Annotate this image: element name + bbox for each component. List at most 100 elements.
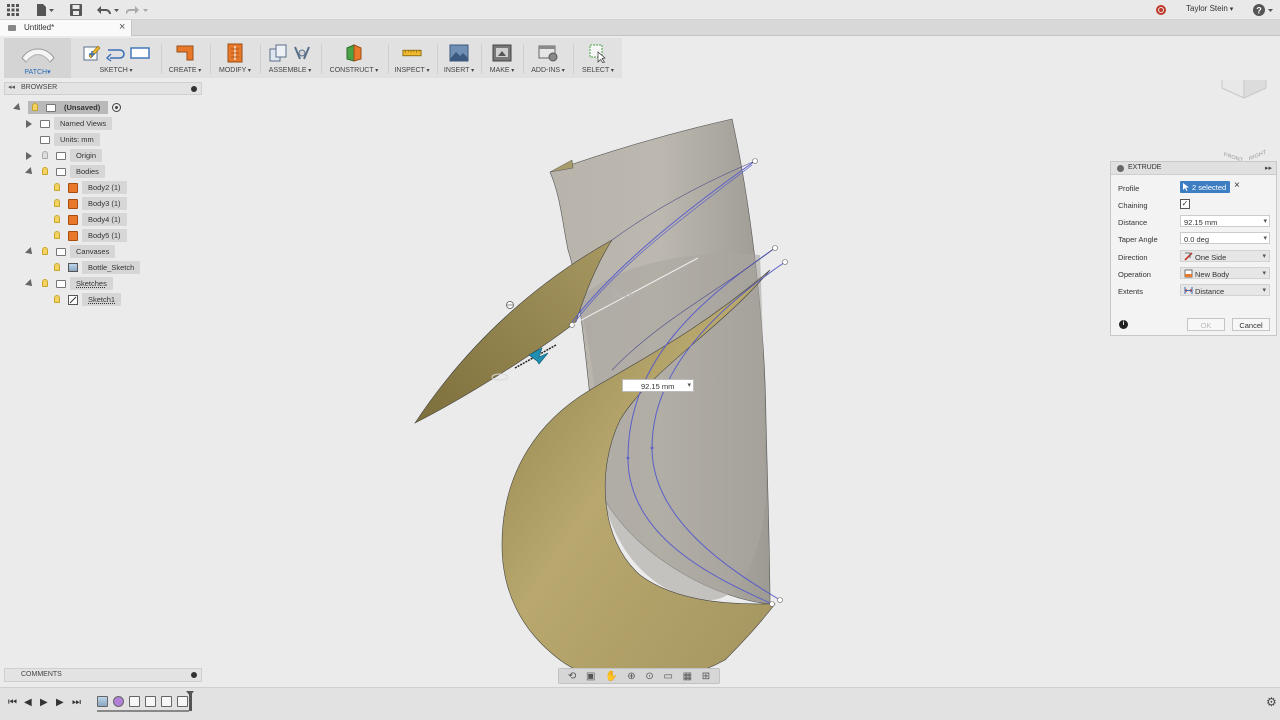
chaining-checkbox[interactable]: ✓ (1180, 199, 1190, 209)
browser-item-body[interactable]: Body4 (1) (4, 213, 204, 226)
play-icon[interactable]: ▶ (40, 697, 48, 708)
undo-icon[interactable] (96, 3, 120, 17)
timeline-patch-icon[interactable] (161, 696, 172, 707)
create-sketch-icon[interactable] (82, 42, 102, 64)
create-patch-icon[interactable] (175, 42, 195, 64)
ok-button[interactable]: OK (1187, 318, 1225, 331)
collapse-triangle-icon[interactable] (25, 167, 35, 177)
visibility-bulb-icon[interactable] (54, 183, 60, 191)
comments-pin-icon[interactable] (191, 672, 197, 678)
browser-item-body[interactable]: Body5 (1) (4, 229, 204, 242)
zoom-window-icon[interactable]: ⊙ (645, 671, 653, 682)
browser-item-canvases[interactable]: Canvases (4, 245, 204, 258)
project-icon[interactable] (106, 42, 126, 64)
sketch-point[interactable] (777, 597, 783, 603)
visibility-bulb-icon[interactable] (54, 263, 60, 271)
browser-item-body[interactable]: Body2 (1) (4, 181, 204, 194)
browser-panel-header[interactable]: ◂◂ BROWSER (4, 82, 202, 95)
make-group[interactable]: MAKE (485, 38, 519, 78)
visibility-bulb-icon[interactable] (42, 167, 48, 175)
step-back-icon[interactable]: ◀ (24, 697, 32, 708)
timeline-feature-icon[interactable] (113, 696, 124, 707)
browser-item-origin[interactable]: Origin (4, 149, 204, 162)
sketch-point[interactable] (769, 601, 775, 607)
insert-group[interactable]: INSERT (441, 38, 477, 78)
zoom-icon[interactable]: ⊕ (627, 671, 635, 682)
expand-triangle-icon[interactable] (26, 120, 32, 128)
distance-dimension-input[interactable]: 92.15 mm (622, 379, 694, 392)
sketch-point[interactable] (650, 446, 654, 450)
browser-item-bodies[interactable]: Bodies (4, 165, 204, 178)
new-component-icon[interactable] (268, 42, 288, 64)
extents-dropdown[interactable]: Distance (1180, 284, 1270, 296)
collapse-browser-icon[interactable]: ◂◂ (8, 83, 15, 91)
view-cube[interactable] (1221, 80, 1267, 99)
construct-group[interactable]: CONSTRUCT (325, 38, 383, 78)
look-at-icon[interactable]: ▣ (586, 671, 595, 682)
timeline-patch-icon[interactable] (145, 696, 156, 707)
browser-item-canvas[interactable]: Bottle_Sketch (4, 261, 204, 274)
browser-item-sketch[interactable]: Sketch1 (4, 293, 204, 306)
visibility-bulb-icon[interactable] (54, 295, 60, 303)
distance-field[interactable]: 92.15 mm (1180, 215, 1270, 227)
modify-group[interactable]: MODIFY (214, 38, 256, 78)
expand-triangle-icon[interactable] (26, 152, 32, 160)
viewports-icon[interactable]: ⊞ (702, 671, 710, 682)
record-icon[interactable] (1156, 5, 1166, 15)
activate-radio-icon[interactable] (112, 103, 121, 112)
browser-pin-icon[interactable] (191, 86, 197, 92)
modify-icon[interactable] (225, 42, 245, 64)
sketch-point[interactable] (626, 456, 630, 460)
timeline-canvas-icon[interactable] (97, 696, 108, 707)
addins-group[interactable]: ADD-INS (527, 38, 569, 78)
select-icon[interactable] (588, 42, 608, 64)
visibility-bulb-icon[interactable] (42, 279, 48, 287)
collapse-triangle-icon[interactable] (25, 279, 35, 289)
browser-item-units[interactable]: Units: mm (4, 133, 204, 146)
user-menu[interactable]: Taylor Stein (1186, 4, 1233, 13)
create-group[interactable]: CREATE (165, 38, 205, 78)
pan-icon[interactable]: ✋ (605, 671, 617, 682)
browser-item-named-views[interactable]: Named Views (4, 117, 204, 130)
redo-icon[interactable] (125, 3, 149, 17)
3d-print-icon[interactable] (492, 42, 512, 64)
inspect-group[interactable]: INSPECT (392, 38, 432, 78)
help-icon[interactable]: ? (1252, 3, 1276, 17)
file-menu-icon[interactable] (34, 3, 56, 17)
save-icon[interactable] (68, 3, 84, 17)
joint-icon[interactable] (292, 42, 312, 64)
extrude-dialog-header[interactable]: EXTRUDE ▸▸ (1111, 162, 1276, 175)
visibility-bulb-icon[interactable] (42, 151, 48, 159)
operation-dropdown[interactable]: New Body (1180, 267, 1270, 279)
visibility-bulb-icon[interactable] (54, 215, 60, 223)
clear-selection-icon[interactable]: × (1234, 180, 1240, 191)
browser-root-row[interactable]: (Unsaved) (4, 101, 204, 114)
grid-settings-icon[interactable]: ▦ (683, 671, 692, 682)
visibility-bulb-icon[interactable] (54, 199, 60, 207)
step-forward-icon[interactable]: ▶ (56, 697, 64, 708)
visibility-bulb-icon[interactable] (42, 247, 48, 255)
browser-item-sketches[interactable]: Sketches (4, 277, 204, 290)
scripts-addins-icon[interactable] (538, 42, 558, 64)
app-grid-icon[interactable] (6, 3, 20, 17)
profile-selection-chip[interactable]: 2 selected (1180, 181, 1230, 193)
timeline-settings-gear-icon[interactable]: ⚙ (1266, 695, 1277, 709)
browser-item-body[interactable]: Body3 (1) (4, 197, 204, 210)
document-tab[interactable]: Untitled* × (0, 20, 132, 36)
timeline-patch-icon[interactable] (177, 696, 188, 707)
select-group[interactable]: SELECT (577, 38, 619, 78)
workspace-switcher[interactable]: PATCH▾ (4, 38, 71, 78)
go-to-end-icon[interactable]: ⏭ (72, 697, 81, 708)
timeline-marker-head-icon[interactable] (186, 691, 194, 696)
insert-image-icon[interactable] (449, 42, 469, 64)
orbit-icon[interactable]: ⟲ (568, 671, 576, 682)
rectangle-icon[interactable] (130, 42, 150, 64)
visibility-bulb-icon[interactable] (54, 231, 60, 239)
sketch-group[interactable]: SKETCH (75, 38, 157, 78)
collapse-triangle-icon[interactable] (25, 247, 35, 257)
display-settings-icon[interactable]: ▭ (663, 671, 672, 682)
sketch-point[interactable] (772, 245, 778, 251)
info-icon[interactable]: i (1119, 320, 1128, 329)
assemble-group[interactable]: ASSEMBLE (264, 38, 316, 78)
collapse-triangle-icon[interactable] (13, 103, 23, 113)
